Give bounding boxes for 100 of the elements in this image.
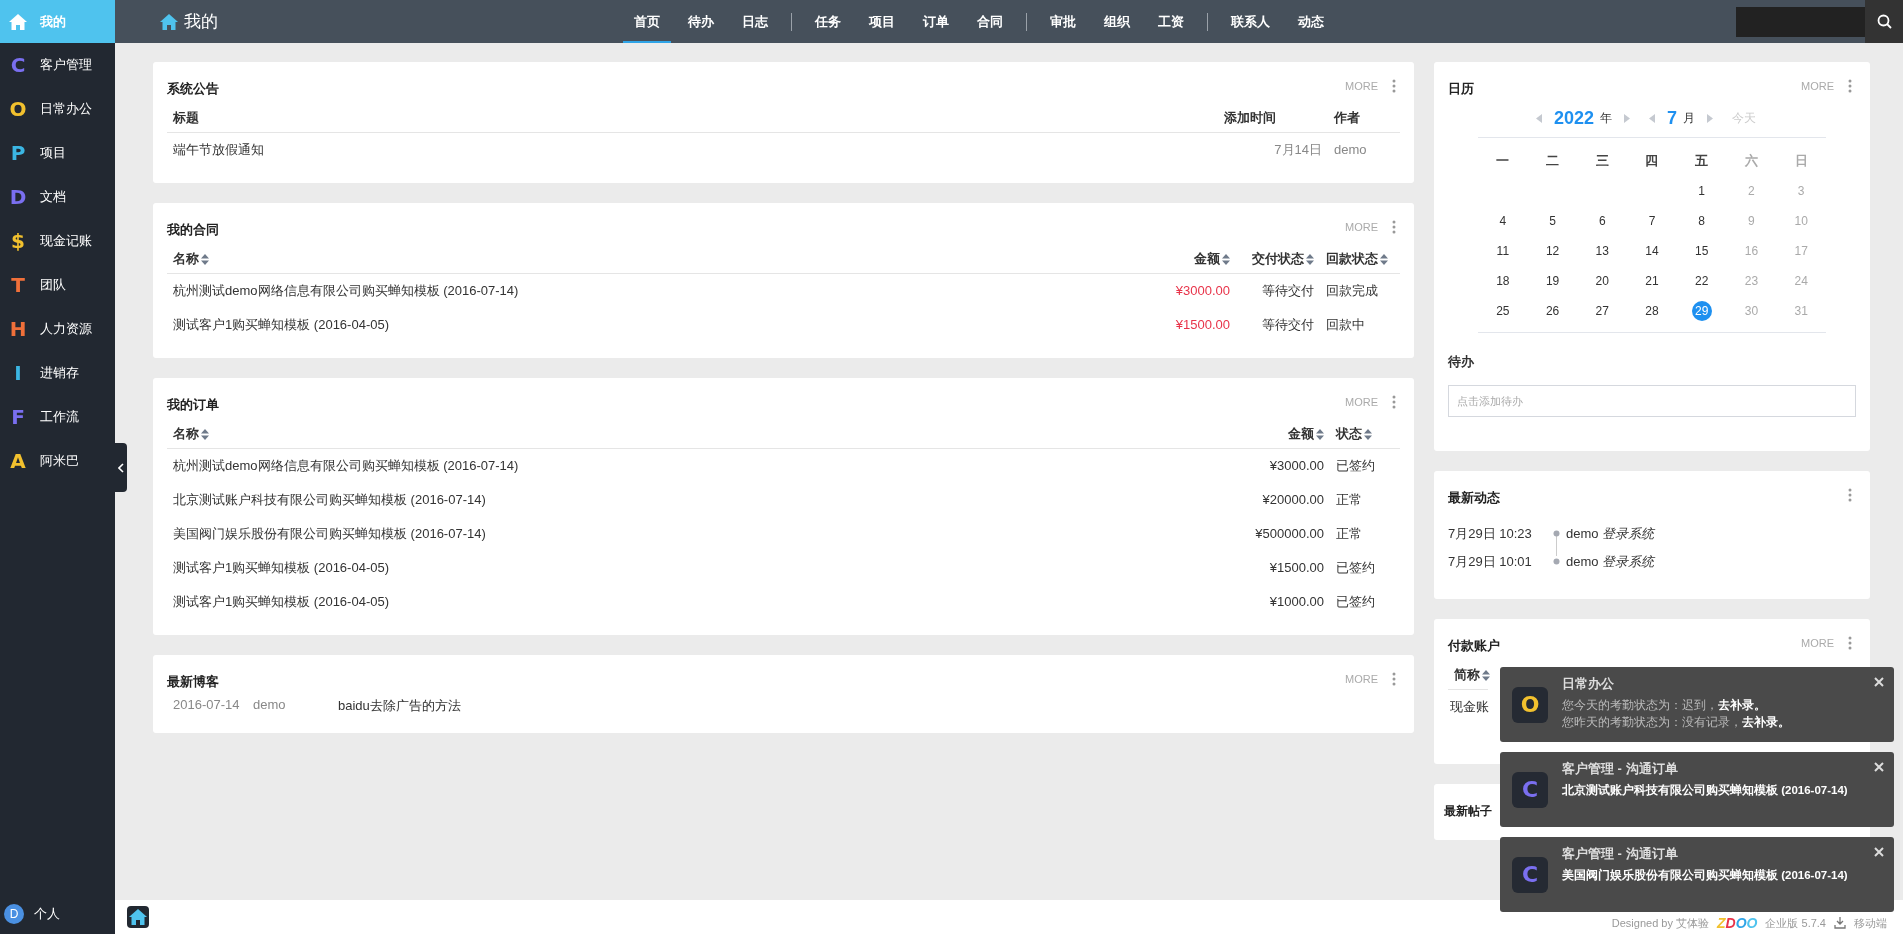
column-header[interactable]: 标题 — [173, 109, 199, 127]
table-cell-text: 北京测试账户科技有限公司购买蝉知模板 (2016-07-14) — [172, 491, 487, 509]
more-menu-icon[interactable] — [1848, 636, 1852, 650]
sort-icon[interactable] — [1306, 253, 1314, 265]
sidebar-item[interactable]: D 文档 — [0, 175, 115, 219]
more-menu-icon[interactable] — [1848, 79, 1852, 93]
calendar-day[interactable]: 5 — [1542, 211, 1563, 231]
calendar-day[interactable]: 14 — [1642, 241, 1662, 261]
notification-title: 客户管理 - 沟通订单 — [1562, 760, 1679, 778]
sidebar-item[interactable]: $ 现金记账 — [0, 219, 115, 263]
nav-tab[interactable]: 工资 — [1147, 0, 1195, 43]
table-cell-text: 杭州测试demo网络信息有限公司购买蝉知模板 (2016-07-14) — [172, 457, 520, 475]
home-button[interactable] — [127, 906, 149, 928]
column-header[interactable]: 状态 — [1336, 425, 1362, 443]
more-menu-icon[interactable] — [1392, 395, 1396, 409]
blog-title[interactable]: baidu去除广告的方法 — [338, 697, 461, 715]
weekday-label: 一 — [1495, 152, 1511, 170]
close-icon[interactable] — [1874, 677, 1884, 687]
column-header[interactable]: 回款状态 — [1326, 250, 1378, 268]
edition-label: 企业版 5.7.4 — [1765, 915, 1826, 931]
column-header[interactable]: 作者 — [1334, 109, 1360, 127]
calendar-day[interactable]: 26 — [1542, 301, 1563, 321]
nav-tab[interactable]: 任务 — [804, 0, 852, 43]
sort-icon[interactable] — [201, 253, 209, 265]
nav-tab[interactable]: 日志 — [731, 0, 779, 43]
sidebar-item[interactable]: P 项目 — [0, 131, 115, 175]
calendar-day[interactable]: 19 — [1542, 271, 1563, 291]
nav-tab[interactable]: 审批 — [1039, 0, 1087, 43]
calendar-day[interactable]: 28 — [1642, 301, 1662, 321]
sidebar-item[interactable]: T 团队 — [0, 263, 115, 307]
calendar-day[interactable]: 8 — [1691, 211, 1712, 231]
download-icon[interactable] — [1834, 917, 1846, 929]
sort-icon[interactable] — [1482, 669, 1490, 681]
close-icon[interactable] — [1874, 762, 1884, 772]
module-icon: P — [8, 141, 28, 165]
column-header[interactable]: 金额 — [1194, 250, 1220, 268]
blog-author: demo — [253, 697, 287, 714]
sidebar-item[interactable]: O 日常办公 — [0, 87, 115, 131]
close-icon[interactable] — [1874, 847, 1884, 857]
calendar-day[interactable]: 15 — [1691, 241, 1712, 261]
nav-tab[interactable]: 联系人 — [1220, 0, 1281, 43]
calendar-day[interactable]: 6 — [1592, 211, 1613, 231]
column-header[interactable]: 名称 — [173, 250, 199, 268]
column-header[interactable]: 名称 — [173, 425, 199, 443]
weekday-label: 二 — [1545, 152, 1561, 170]
sort-icon[interactable] — [1316, 428, 1324, 440]
calendar-day[interactable]: 12 — [1542, 241, 1563, 261]
sidebar-item[interactable]: H 人力资源 — [0, 307, 115, 351]
table-cell-text: 杭州测试demo网络信息有限公司购买蝉知模板 (2016-07-14) — [172, 282, 520, 300]
user-label[interactable]: 个人 — [34, 905, 60, 923]
search-field[interactable] — [1736, 6, 1865, 37]
nav-tab[interactable]: 合同 — [966, 0, 1014, 43]
todo-input[interactable]: 点击添加待办 — [1448, 385, 1856, 417]
nav-tab[interactable]: 动态 — [1287, 0, 1335, 43]
calendar-day[interactable]: 11 — [1492, 241, 1513, 261]
month-unit: 月 — [1683, 110, 1696, 127]
nav-tab[interactable]: 待办 — [677, 0, 725, 43]
sort-icon[interactable] — [1380, 253, 1388, 265]
card-title: 日历 — [1448, 80, 1474, 98]
more-menu-icon[interactable] — [1392, 79, 1396, 93]
sidebar-item[interactable]: F 工作流 — [0, 395, 115, 439]
calendar-day[interactable]: 18 — [1492, 271, 1513, 291]
search-button[interactable] — [1865, 0, 1903, 43]
module-icon: H — [8, 317, 28, 341]
weekday-label: 五 — [1694, 152, 1710, 170]
more-menu-icon[interactable] — [1392, 220, 1396, 234]
table-cell-text: 正常 — [1335, 525, 1363, 543]
nav-tab[interactable]: 组织 — [1093, 0, 1141, 43]
notification-text: 您今天的考勤状态为：迟到，去补录。 — [1562, 697, 1767, 713]
column-header[interactable]: 简称 — [1454, 666, 1480, 684]
calendar-day[interactable]: 13 — [1592, 241, 1613, 261]
calendar-day[interactable]: 22 — [1691, 271, 1712, 291]
more-menu-icon[interactable] — [1392, 672, 1396, 686]
column-header[interactable]: 添加时间 — [1224, 109, 1276, 127]
sidebar-item[interactable]: I 进销存 — [0, 351, 115, 395]
calendar-day[interactable]: 25 — [1492, 301, 1513, 321]
more-menu-icon[interactable] — [1848, 488, 1852, 502]
table-cell-text: 已签约 — [1335, 593, 1376, 611]
sort-icon[interactable] — [1364, 428, 1372, 440]
nav-tab[interactable]: 项目 — [858, 0, 906, 43]
column-header[interactable]: 交付状态 — [1252, 250, 1304, 268]
calendar-day[interactable]: 20 — [1592, 271, 1613, 291]
calendar-day[interactable]: 4 — [1492, 211, 1513, 231]
column-header[interactable]: 金额 — [1288, 425, 1314, 443]
page-title: 我的 — [184, 11, 218, 33]
calendar-day[interactable]: 7 — [1642, 211, 1662, 231]
sidebar-item[interactable]: C 客户管理 — [0, 43, 115, 87]
nav-tab[interactable]: 订单 — [912, 0, 960, 43]
table-cell-text: 7月14日 — [1273, 141, 1323, 159]
calendar-day[interactable]: 1 — [1691, 181, 1712, 201]
sort-icon[interactable] — [201, 428, 209, 440]
calendar-day[interactable]: 27 — [1592, 301, 1613, 321]
calendar-day[interactable]: 21 — [1642, 271, 1662, 291]
sidebar-label: 进销存 — [40, 364, 79, 382]
module-icon: T — [8, 273, 28, 297]
sort-icon[interactable] — [1222, 253, 1230, 265]
sidebar-label: 现金记账 — [40, 232, 92, 250]
collapse-button[interactable] — [115, 443, 127, 492]
product-logo: ZDOO — [1717, 915, 1758, 931]
sidebar-item[interactable]: A 阿米巴 — [0, 439, 115, 483]
